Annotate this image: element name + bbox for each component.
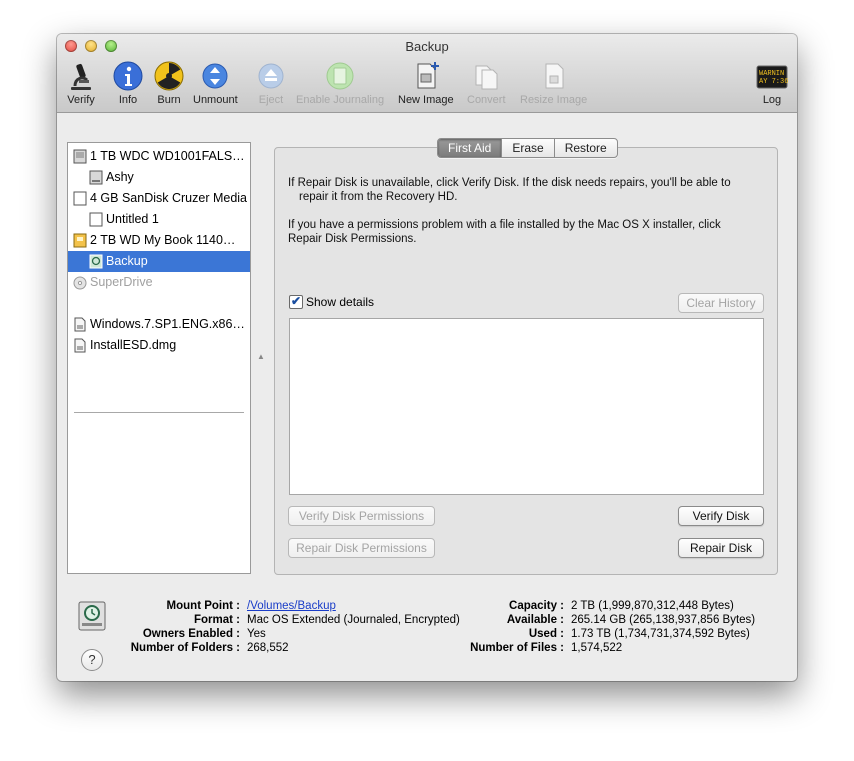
- usb-drive-icon: [73, 191, 87, 206]
- convert-label: Convert: [467, 94, 506, 106]
- disk-utility-window: Backup Verify Info Burn Unmount Eject En…: [57, 34, 797, 681]
- info-icon: [113, 61, 143, 91]
- sidebar-item-label: 4 GB SanDisk Cruzer Media: [90, 191, 248, 205]
- hard-drive-icon: [73, 149, 87, 164]
- folders-value: 268,552: [247, 642, 289, 654]
- new-image-label: New Image: [398, 94, 454, 106]
- split-view-handle[interactable]: ▲: [257, 352, 265, 361]
- permissions-help-line1: If you have a permissions problem with a…: [288, 219, 721, 231]
- sidebar-item-label: 1 TB WDC WD1001FALS…: [90, 149, 245, 163]
- eject-button[interactable]: Eject: [255, 60, 287, 106]
- files-value: 1,574,522: [571, 642, 623, 654]
- sidebar-item-label: Backup: [106, 254, 148, 268]
- verify-label: Verify: [67, 94, 95, 106]
- sidebar-item-label: Windows.7.SP1.ENG.x86…: [90, 317, 245, 331]
- owners-enabled-label: Owners Enabled :: [142, 628, 240, 640]
- permissions-help-line2: Repair Disk Permissions.: [288, 233, 417, 245]
- available-value: 265.14 GB (265,138,937,856 Bytes): [571, 614, 756, 626]
- unmount-label: Unmount: [193, 94, 238, 106]
- help-button[interactable]: ?: [81, 649, 103, 671]
- burn-label: Burn: [157, 94, 181, 106]
- sidebar-item-superdrive[interactable]: SuperDrive: [68, 272, 250, 293]
- sidebar-item-label: SuperDrive: [90, 275, 153, 289]
- enable-journaling-label: Enable Journaling: [296, 94, 385, 106]
- new-image-icon: [417, 62, 439, 89]
- resize-image-button[interactable]: Resize Image: [520, 60, 587, 106]
- sidebar-item-installesd[interactable]: InstallESD.dmg: [68, 335, 250, 356]
- verify-button[interactable]: Verify: [65, 60, 97, 106]
- time-machine-disk-icon: [78, 601, 106, 631]
- show-details-label: Show details: [306, 295, 375, 309]
- repair-disk-help-line1: If Repair Disk is unavailable, click Ver…: [288, 177, 731, 189]
- show-details-checkbox[interactable]: ✔: [289, 295, 303, 309]
- external-drive-icon: [73, 233, 87, 248]
- resize-image-icon: [545, 63, 564, 89]
- details-log-area[interactable]: [289, 318, 764, 495]
- unmount-button[interactable]: Unmount: [193, 60, 238, 106]
- tab-first-aid[interactable]: First Aid: [438, 139, 502, 157]
- eject-label: Eject: [258, 94, 284, 106]
- burn-button[interactable]: Burn: [153, 60, 185, 106]
- files-label: Number of Files :: [470, 642, 564, 654]
- eject-icon: [258, 63, 284, 89]
- log-label: Log: [762, 94, 782, 106]
- convert-icon: [475, 65, 498, 90]
- disk-image-icon: [74, 338, 86, 353]
- new-image-button[interactable]: New Image: [398, 60, 454, 106]
- sidebar-item-label: 2 TB WD My Book 1140…: [90, 233, 236, 247]
- used-label: Used :: [528, 628, 564, 640]
- sidebar-item-wdc-drive[interactable]: 1 TB WDC WD1001FALS…: [68, 146, 250, 167]
- optical-drive-icon: [73, 276, 87, 290]
- enable-journaling-button[interactable]: Enable Journaling: [296, 60, 384, 106]
- sidebar-item-windows-image[interactable]: Windows.7.SP1.ENG.x86…: [68, 314, 250, 335]
- mount-point-label: Mount Point :: [166, 600, 240, 612]
- capacity-label: Capacity :: [509, 600, 564, 612]
- verify-disk-permissions-button[interactable]: Verify Disk Permissions: [288, 506, 435, 526]
- sidebar-item-untitled[interactable]: Untitled 1: [68, 209, 250, 230]
- repair-disk-help-line2: repair it from the Recovery HD.: [299, 191, 458, 203]
- tab-erase[interactable]: Erase: [501, 139, 553, 157]
- sidebar-item-backup[interactable]: Backup: [68, 251, 250, 272]
- time-machine-volume-icon: [89, 254, 103, 269]
- capacity-value: 2 TB (1,999,870,312,448 Bytes): [571, 600, 734, 612]
- verify-disk-button[interactable]: Verify Disk: [678, 506, 764, 526]
- sidebar-item-label: Untitled 1: [106, 212, 159, 226]
- sidebar-item-label: InstallESD.dmg: [90, 338, 177, 352]
- clear-history-button[interactable]: Clear History: [678, 293, 764, 313]
- repair-disk-permissions-button[interactable]: Repair Disk Permissions: [288, 538, 435, 558]
- console-log-icon: WARNIN AY 7:36: [756, 65, 788, 89]
- sidebar-item-sandisk[interactable]: 4 GB SanDisk Cruzer Media: [68, 188, 250, 209]
- mount-point-link[interactable]: /Volumes/Backup: [247, 600, 336, 612]
- info-button[interactable]: Info: [112, 60, 144, 106]
- disk-image-icon: [74, 317, 86, 332]
- used-value: 1.73 TB (1,734,731,374,592 Bytes): [571, 628, 750, 640]
- sidebar-divider: [74, 412, 244, 413]
- volume-icon: [89, 170, 103, 185]
- repair-disk-button[interactable]: Repair Disk: [678, 538, 764, 558]
- titlebar-toolbar: Backup Verify Info Burn Unmount Eject En…: [57, 34, 797, 113]
- available-label: Available :: [506, 614, 564, 626]
- owners-enabled-value: Yes: [247, 628, 266, 640]
- resize-image-label: Resize Image: [520, 94, 588, 106]
- log-button[interactable]: WARNIN AY 7:36 Log: [756, 60, 788, 106]
- sidebar-item-ashy[interactable]: Ashy: [68, 167, 250, 188]
- disk-list-sidebar: 1 TB WDC WD1001FALS… Ashy 4 GB SanDisk C…: [67, 142, 251, 574]
- info-label: Info: [118, 94, 138, 106]
- log-icon-text-line2: AY 7:36: [759, 78, 788, 86]
- log-icon-text-line1: WARNIN: [759, 70, 784, 78]
- tab-restore[interactable]: Restore: [553, 139, 617, 157]
- format-label: Format :: [194, 614, 240, 626]
- format-value: Mac OS Extended (Journaled, Encrypted): [247, 614, 460, 626]
- journaling-icon: [326, 62, 354, 90]
- unmount-icon: [202, 63, 228, 89]
- sidebar-item-label: Ashy: [106, 170, 134, 184]
- burn-radiation-icon: [154, 61, 184, 91]
- tab-bar: First Aid Erase Restore: [437, 138, 618, 158]
- microscope-icon: [71, 63, 91, 90]
- window-title: Backup: [405, 39, 449, 54]
- volume-icon: [89, 212, 103, 227]
- sidebar-item-wd-my-book[interactable]: 2 TB WD My Book 1140…: [68, 230, 250, 251]
- folders-label: Number of Folders :: [130, 642, 240, 654]
- convert-button[interactable]: Convert: [467, 60, 506, 106]
